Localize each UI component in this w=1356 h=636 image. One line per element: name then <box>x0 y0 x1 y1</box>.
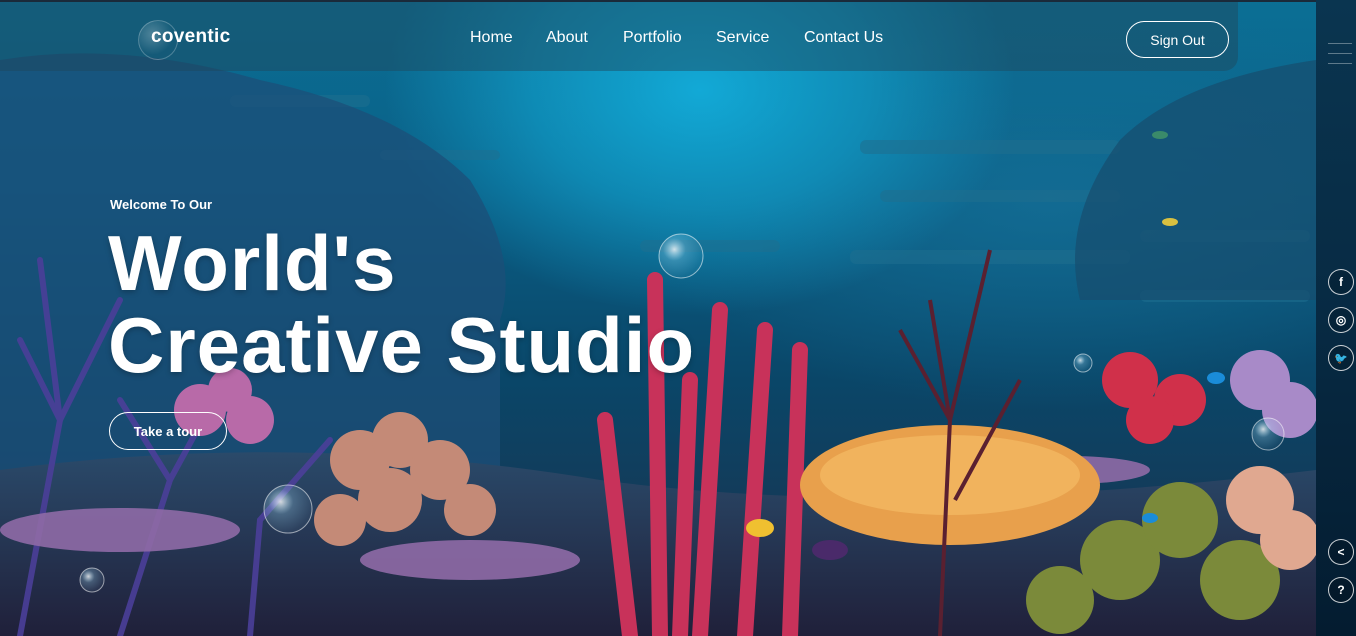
nav-contact-us[interactable]: Contact Us <box>804 29 883 47</box>
menu-icon-line[interactable] <box>1328 63 1352 64</box>
instagram-icon[interactable]: ◎ <box>1328 307 1354 333</box>
nav-about[interactable]: About <box>546 29 588 47</box>
hero-kicker: Welcome To Our <box>110 197 213 212</box>
hero-title-line2: Creative Studio <box>108 301 696 389</box>
menu-icon-line[interactable] <box>1328 43 1352 44</box>
main-navbar: coventic Home About Portfolio Service Co… <box>0 2 1238 71</box>
nav-portfolio[interactable]: Portfolio <box>623 29 682 47</box>
take-a-tour-button[interactable]: Take a tour <box>109 412 227 450</box>
nav-home[interactable]: Home <box>470 29 513 47</box>
share-icon[interactable]: < <box>1328 539 1354 565</box>
right-sidebar: f ◎ 🐦 < ? <box>1316 0 1356 636</box>
menu-icon-line[interactable] <box>1328 53 1352 54</box>
twitter-icon[interactable]: 🐦 <box>1328 345 1354 371</box>
brand-logo[interactable]: coventic <box>151 26 231 48</box>
hero-title-line1: World's <box>108 219 397 307</box>
hero-title: World's Creative Studio <box>108 222 695 386</box>
facebook-icon[interactable]: f <box>1328 269 1354 295</box>
nav-service[interactable]: Service <box>716 29 769 47</box>
help-icon[interactable]: ? <box>1328 577 1354 603</box>
sign-out-button[interactable]: Sign Out <box>1126 21 1229 58</box>
